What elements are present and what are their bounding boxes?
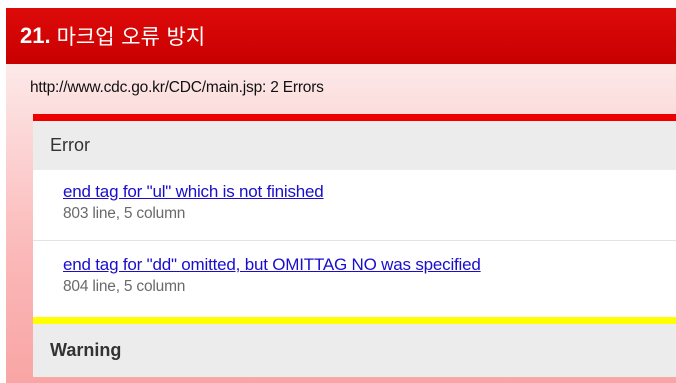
slide-title: 마크업 오류 방지 bbox=[56, 25, 206, 49]
error-severity-bar bbox=[33, 114, 676, 121]
error-item: end tag for "dd" omitted, but OMITTAG NO… bbox=[33, 242, 676, 317]
validation-summary: http://www.cdc.go.kr/CDC/main.jsp: 2 Err… bbox=[30, 79, 324, 96]
slide-number: 21 bbox=[20, 23, 45, 48]
validation-results: Error end tag for "ul" which is not fini… bbox=[33, 114, 676, 377]
warning-section-heading: Warning bbox=[33, 324, 676, 377]
error-message-link[interactable]: end tag for "ul" which is not finished bbox=[63, 182, 676, 202]
error-message-link[interactable]: end tag for "dd" omitted, but OMITTAG NO… bbox=[63, 255, 676, 275]
error-location: 803 line, 5 column bbox=[63, 205, 186, 222]
error-section-heading: Error bbox=[33, 121, 676, 170]
validator-slide: 21. 마크업 오류 방지 http://www.cdc.go.kr/CDC/m… bbox=[0, 0, 676, 383]
error-location: 804 line, 5 column bbox=[63, 278, 186, 295]
slide-title-bar: 21. 마크업 오류 방지 bbox=[6, 8, 676, 64]
error-item: end tag for "ul" which is not finished 8… bbox=[33, 170, 676, 241]
slide-number-dot: . bbox=[44, 23, 51, 48]
